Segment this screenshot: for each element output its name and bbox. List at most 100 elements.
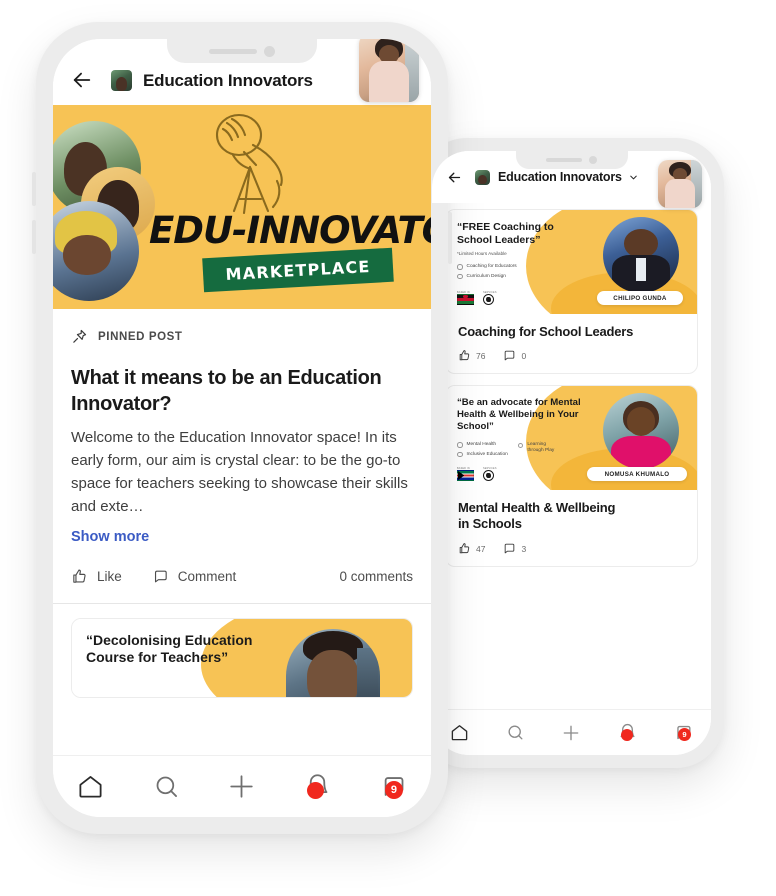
group-title: Education Innovators (143, 71, 313, 90)
volume-down-button[interactable] (32, 220, 36, 254)
phone-mockup-primary: Education Innovators EDU-INNOVAT MARKETP… (32, 22, 452, 834)
promo-image: “Decolonising Education Course for Teach… (72, 619, 412, 697)
nav-messages[interactable]: 9 (655, 723, 711, 742)
bottom-nav-secondary: 9 (432, 709, 711, 755)
nav-notifications[interactable] (599, 723, 655, 742)
pinned-post[interactable]: PINNED POST What it means to be an Educa… (53, 309, 431, 585)
presenter-photo (603, 393, 679, 469)
show-more-link[interactable]: Show more (71, 529, 413, 545)
volume-up-button[interactable] (32, 172, 36, 206)
promo-card-stats: 76 0 (458, 349, 685, 362)
presenter-nameplate: NOMUSA KHUMALO (587, 467, 687, 481)
pinned-post-body: Welcome to the Education Innovator space… (71, 429, 408, 515)
comment-stat[interactable]: 0 (503, 349, 526, 362)
presenter-top (610, 435, 672, 469)
based-in-flag: BASED IN (457, 291, 474, 305)
promo-bullet-column: Mental Health Inclusive Education (457, 442, 508, 457)
south-africa-flag-icon (457, 470, 474, 481)
presenter-face (624, 229, 658, 259)
plus-icon (564, 725, 579, 740)
comment-count: 0 (521, 350, 527, 361)
comment-button[interactable]: Comment (152, 568, 237, 585)
promo-card-body: Mental Health & Wellbeing in Schools 47 … (446, 490, 697, 566)
chevron-down-icon[interactable] (628, 172, 639, 183)
group-title: Education Innovators (498, 170, 622, 184)
nav-create[interactable] (544, 723, 600, 743)
banner-wordmark: EDU-INNOVATOR (149, 209, 431, 252)
front-camera (264, 45, 275, 57)
check-circle-icon (457, 442, 463, 448)
plus-icon (230, 775, 254, 798)
thumbs-up-icon (73, 569, 86, 583)
services-region: SERVICES (483, 467, 497, 481)
promo-flag-row: BASED IN SERVICES (457, 467, 497, 481)
promo-card-body: Coaching for School Leaders 76 0 (446, 314, 697, 373)
message-badge: 9 (677, 728, 691, 741)
feed-list-secondary[interactable]: “FREE Coaching to School Leaders” *Limit… (432, 205, 711, 709)
promo-bullet: Inclusive Education (457, 451, 508, 457)
comment-stat[interactable]: 3 (503, 542, 526, 555)
back-arrow-icon[interactable] (71, 69, 93, 91)
speaker-grille (546, 158, 582, 162)
banner-ribbon-label: MARKETPLACE (225, 256, 371, 284)
presenter-shirt (636, 258, 646, 281)
nav-search[interactable] (129, 773, 205, 800)
promo-bullet: Curriculum Design (457, 273, 517, 279)
nav-messages[interactable]: 9 (355, 773, 431, 800)
promo-flag-row: BASED IN SERVICES (457, 291, 497, 305)
comment-icon (154, 570, 167, 583)
check-circle-icon (457, 264, 463, 270)
promo-card[interactable]: “Decolonising Education Course for Teach… (71, 618, 413, 698)
nav-search[interactable] (488, 723, 544, 742)
like-count: 47 (476, 543, 486, 554)
promo-bullet-label: Learning through Play (527, 442, 555, 453)
promo-card[interactable]: “FREE Coaching to School Leaders” *Limit… (445, 209, 698, 374)
like-button[interactable]: Like (71, 568, 122, 585)
notch (515, 151, 628, 169)
avatar-body (665, 179, 695, 208)
promo-bullet-column: Learning through Play (517, 442, 562, 457)
promo-bullet-label: Coaching for Educators (466, 264, 517, 270)
promo-headline: “Decolonising Education Course for Teach… (86, 632, 253, 665)
back-arrow-icon[interactable] (446, 169, 463, 186)
phone-screen-secondary: Education Innovators “FREE Coaching to S… (432, 151, 711, 755)
home-icon (452, 725, 468, 741)
based-in-flag: BASED IN (457, 467, 474, 481)
user-avatar-primary[interactable] (359, 39, 419, 102)
comment-count-label: 0 comments (339, 569, 413, 584)
promo-bullet-label: Mental Health (466, 442, 497, 448)
promo-headline: “FREE Coaching to School Leaders” (457, 221, 554, 246)
services-region: SERVICES (483, 291, 497, 305)
pinned-post-header: PINNED POST (71, 328, 413, 345)
phone-mockup-secondary: Education Innovators “FREE Coaching to S… (416, 138, 724, 768)
presenter-face (626, 406, 656, 436)
search-icon (508, 725, 523, 740)
screenshot-root: Education Innovators “FREE Coaching to S… (0, 0, 776, 896)
group-avatar[interactable] (111, 70, 132, 91)
promo-bullet: Learning through Play (517, 442, 562, 454)
group-cover-banner: EDU-INNOVATOR MARKETPLACE (53, 105, 431, 309)
notch (167, 39, 317, 63)
check-circle-icon (517, 442, 524, 448)
group-avatar[interactable] (475, 169, 490, 185)
promo-card[interactable]: “Be an advocate for Mental Health & Well… (445, 385, 698, 567)
power-button[interactable] (448, 212, 452, 264)
front-camera (589, 156, 597, 164)
phone-screen-primary: Education Innovators EDU-INNOVAT MARKETP… (53, 39, 431, 817)
nav-create[interactable] (204, 772, 280, 801)
promo-image: “FREE Coaching to School Leaders” *Limit… (446, 210, 697, 314)
nav-notifications[interactable] (280, 773, 356, 800)
like-stat[interactable]: 47 (458, 542, 485, 555)
malawi-flag-icon (457, 294, 474, 305)
nav-home[interactable] (53, 773, 129, 800)
promo-subhead: *Limited Hours Available (457, 251, 507, 256)
promo-bullet-label: Curriculum Design (466, 273, 506, 279)
comment-label: Comment (177, 569, 237, 584)
feed-card-next[interactable]: “Decolonising Education Course for Teach… (53, 604, 431, 698)
user-avatar-secondary[interactable] (658, 160, 702, 208)
promo-bullets: Mental Health Inclusive Education Learni… (457, 442, 562, 457)
promo-card-title: Coaching for School Leaders (458, 324, 634, 339)
like-stat[interactable]: 76 (458, 349, 485, 362)
comment-count: 3 (521, 543, 527, 554)
promo-bullet: Coaching for Educators (457, 264, 517, 270)
